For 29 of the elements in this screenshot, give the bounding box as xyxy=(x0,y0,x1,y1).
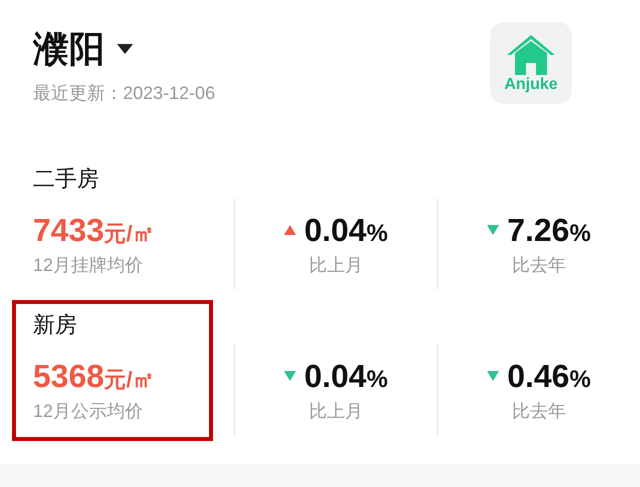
price-caption: 12月公示均价 xyxy=(33,402,144,420)
section-label: 新房 xyxy=(33,311,78,339)
average-price: 5368 xyxy=(33,360,104,392)
percent-sign: % xyxy=(366,368,388,392)
logo-text: Anjuke xyxy=(504,77,558,93)
dropdown-caret-icon[interactable] xyxy=(117,44,133,54)
stat-value: 7.26 xyxy=(507,214,570,246)
stat-caption: 比上月 xyxy=(309,256,363,274)
percent-sign: % xyxy=(366,222,388,246)
triangle-down-icon xyxy=(284,371,296,381)
city-title[interactable]: 濮阳 xyxy=(33,28,105,70)
percent-sign: % xyxy=(569,368,591,392)
update-date: 最近更新：2023-12-06 xyxy=(33,84,216,102)
triangle-down-icon xyxy=(487,225,500,235)
percent-sign: % xyxy=(569,222,591,246)
stat-value: 0.04 xyxy=(304,214,366,246)
average-price: 7433 xyxy=(33,214,104,246)
stat-caption: 比去年 xyxy=(512,256,566,274)
triangle-down-icon xyxy=(487,371,500,381)
price-unit: 元/㎡ xyxy=(104,223,154,245)
stat-caption: 比上月 xyxy=(309,402,363,420)
stat-value: 0.46 xyxy=(507,360,570,392)
stat-value: 0.04 xyxy=(304,360,366,392)
triangle-up-icon xyxy=(284,225,296,235)
price-caption: 12月挂牌均价 xyxy=(33,256,144,274)
price-unit: 元/㎡ xyxy=(104,369,154,391)
section-label: 二手房 xyxy=(33,165,100,193)
stat-caption: 比去年 xyxy=(512,402,566,420)
house-icon xyxy=(506,33,556,75)
